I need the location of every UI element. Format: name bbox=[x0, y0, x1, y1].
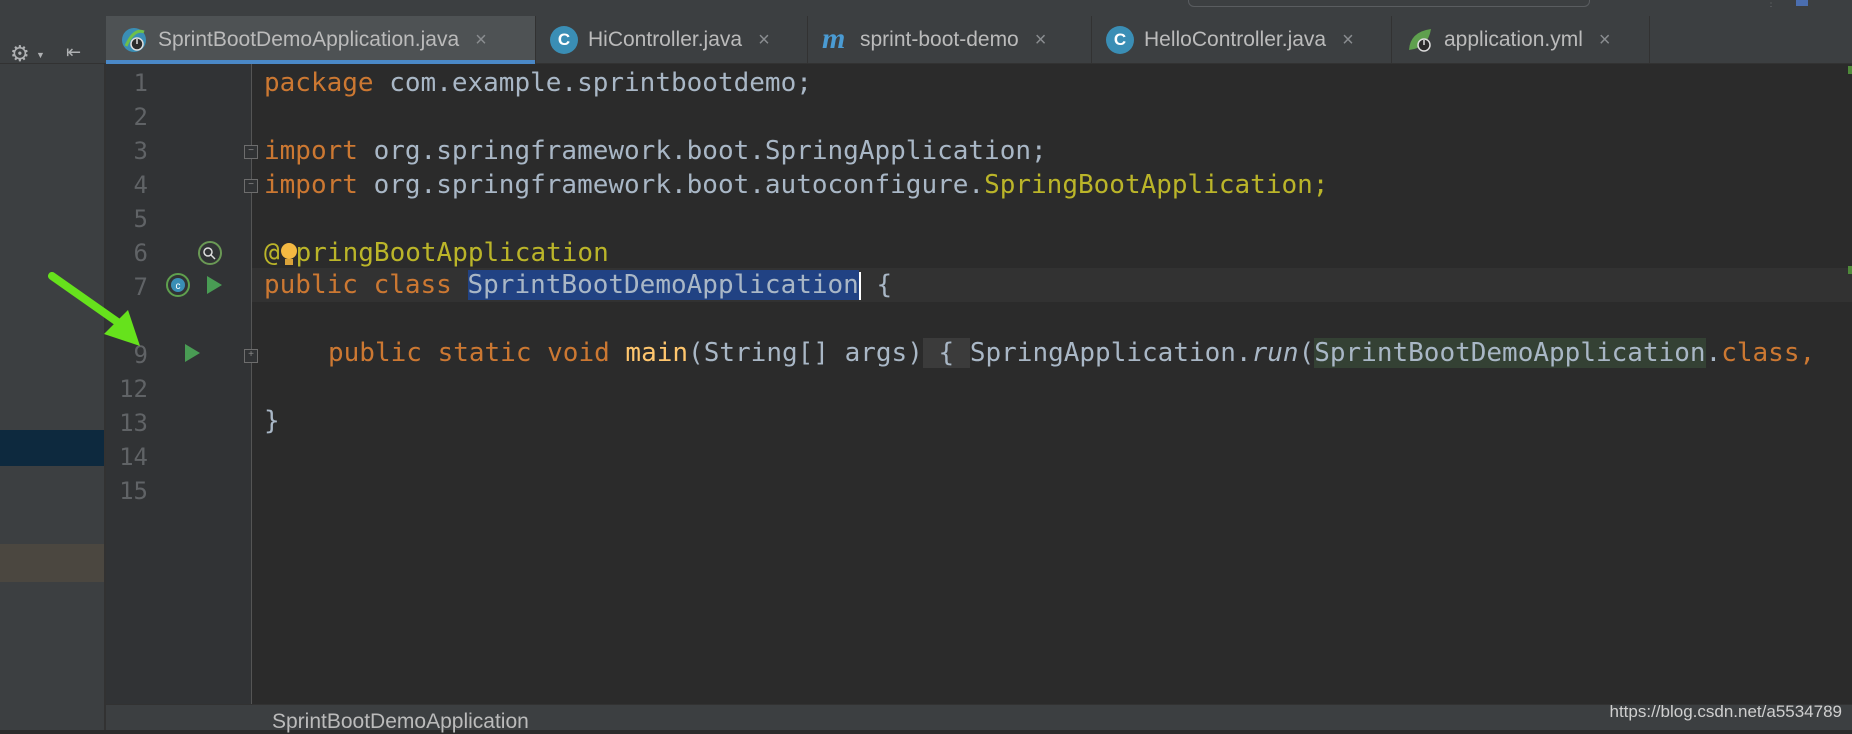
token-annotation: pringBootApplication bbox=[295, 238, 609, 268]
spring-context-icon[interactable] bbox=[198, 241, 222, 265]
more-icon[interactable]: ⋮ bbox=[1766, 0, 1776, 9]
line-number: 14 bbox=[119, 443, 148, 471]
class-icon: C bbox=[1106, 26, 1134, 54]
spring-config-icon bbox=[1406, 26, 1434, 54]
token-keyword: package bbox=[264, 68, 374, 98]
gear-icon[interactable]: ⚙ bbox=[10, 43, 30, 65]
line-number: 2 bbox=[133, 103, 148, 131]
line-number: 13 bbox=[119, 409, 148, 437]
svg-text:c: c bbox=[176, 281, 181, 292]
pointer-arrow-icon bbox=[48, 272, 140, 346]
project-tree-selected-row[interactable] bbox=[0, 430, 104, 466]
token-text: . bbox=[1705, 338, 1722, 368]
token-text: org.springframework.boot.autoconfigure. bbox=[357, 170, 985, 200]
token-keyword: class, bbox=[1721, 338, 1816, 368]
token-keyword: import bbox=[264, 170, 358, 200]
tab-label: SprintBootDemoApplication.java bbox=[158, 28, 460, 51]
token-text: { bbox=[860, 270, 893, 300]
collapse-panel-icon[interactable]: ⇤ bbox=[66, 42, 81, 63]
close-icon[interactable]: × bbox=[1599, 29, 1611, 52]
spring-bean-icon[interactable]: c bbox=[166, 273, 190, 297]
title-strip: ⋮ bbox=[0, 0, 1852, 16]
tab-sprint-boot-demo[interactable]: m sprint-boot-demo × bbox=[808, 16, 1092, 64]
selected-class-name[interactable]: SprintBootDemoApplication bbox=[467, 270, 859, 300]
close-icon[interactable]: × bbox=[1035, 29, 1047, 52]
token-text: ( bbox=[1298, 338, 1315, 368]
maven-icon: m bbox=[822, 22, 846, 55]
project-panel-header: ⚙ ▼ ⇤ bbox=[0, 16, 106, 65]
code-line-13[interactable]: } bbox=[264, 404, 280, 438]
fold-marker[interactable]: − bbox=[244, 145, 258, 159]
fold-marker-collapsed[interactable]: + bbox=[244, 349, 258, 363]
tab-hello-controller[interactable]: C HelloController.java × bbox=[1092, 16, 1392, 64]
line-number: 3 bbox=[133, 137, 148, 165]
folded-region[interactable]: { bbox=[922, 338, 970, 368]
line-number: 12 bbox=[119, 375, 148, 403]
code-line-4[interactable]: import org.springframework.boot.autoconf… bbox=[264, 168, 1328, 202]
tab-label: HiController.java bbox=[588, 28, 743, 51]
class-icon: C bbox=[550, 26, 578, 54]
tab-hi-controller[interactable]: C HiController.java × bbox=[536, 16, 808, 64]
line-number: 4 bbox=[133, 171, 148, 199]
breadcrumb[interactable]: SprintBootDemoApplication bbox=[272, 710, 529, 734]
code-line-3[interactable]: import org.springframework.boot.SpringAp… bbox=[264, 134, 1047, 168]
code-line-6[interactable]: @ pringBootApplication bbox=[264, 236, 609, 270]
line-number: 15 bbox=[119, 477, 148, 505]
run-class-icon[interactable] bbox=[207, 276, 222, 294]
spring-boot-class-icon bbox=[120, 26, 148, 54]
run-main-icon[interactable] bbox=[185, 344, 200, 362]
watermark: https://blog.csdn.net/a5534789 bbox=[1609, 702, 1842, 721]
token-text: (String[] args) bbox=[688, 338, 923, 368]
toolbar-icon[interactable] bbox=[1796, 0, 1808, 6]
token-keyword: public static void bbox=[328, 338, 626, 368]
tab-label: HelloController.java bbox=[1144, 28, 1327, 51]
token-text: } bbox=[264, 406, 280, 436]
close-icon[interactable]: × bbox=[475, 29, 487, 52]
code-line-1[interactable]: package com.example.sprintbootdemo; bbox=[264, 66, 812, 100]
token-text: SpringApplication. bbox=[969, 338, 1252, 368]
tab-application-yml[interactable]: application.yml × bbox=[1392, 16, 1650, 64]
project-tree-highlighted-row[interactable] bbox=[0, 544, 104, 582]
scrollbar-marker[interactable] bbox=[1848, 266, 1852, 274]
lightbulb-icon[interactable] bbox=[280, 241, 297, 267]
project-panel bbox=[0, 64, 106, 730]
token-text: org.springframework.boot.SpringApplicati… bbox=[357, 136, 1047, 166]
token-static-method: run bbox=[1251, 338, 1299, 368]
tab-label: application.yml bbox=[1444, 28, 1583, 51]
close-icon[interactable]: × bbox=[1342, 29, 1354, 52]
line-number: 5 bbox=[133, 205, 148, 233]
chevron-down-icon[interactable]: ▼ bbox=[36, 50, 45, 60]
token-method: main bbox=[625, 338, 689, 368]
gutter-divider bbox=[251, 64, 252, 704]
close-icon[interactable]: × bbox=[758, 29, 770, 52]
code-line-7[interactable]: public class SprintBootDemoApplication { bbox=[264, 268, 892, 302]
fold-marker[interactable]: − bbox=[244, 179, 258, 193]
line-number: 1 bbox=[133, 69, 148, 97]
token-annotation: @ bbox=[264, 238, 280, 268]
token-annotation: SpringBootApplication; bbox=[984, 170, 1329, 200]
token-keyword: import bbox=[264, 136, 358, 166]
token-text: com.example.sprintbootdemo; bbox=[373, 68, 812, 98]
search-everywhere-field[interactable] bbox=[1188, 0, 1590, 7]
line-number: 6 bbox=[133, 239, 148, 267]
code-line-9[interactable]: public static void main(String[] args) {… bbox=[328, 336, 1815, 370]
token-highlighted-usage: SprintBootDemoApplication bbox=[1314, 338, 1706, 368]
tab-label: sprint-boot-demo bbox=[860, 28, 1019, 51]
tab-sprint-boot-demo-application[interactable]: SprintBootDemoApplication.java × bbox=[106, 16, 536, 64]
token-keyword: public class bbox=[264, 270, 468, 300]
scrollbar-marker[interactable] bbox=[1848, 66, 1852, 74]
